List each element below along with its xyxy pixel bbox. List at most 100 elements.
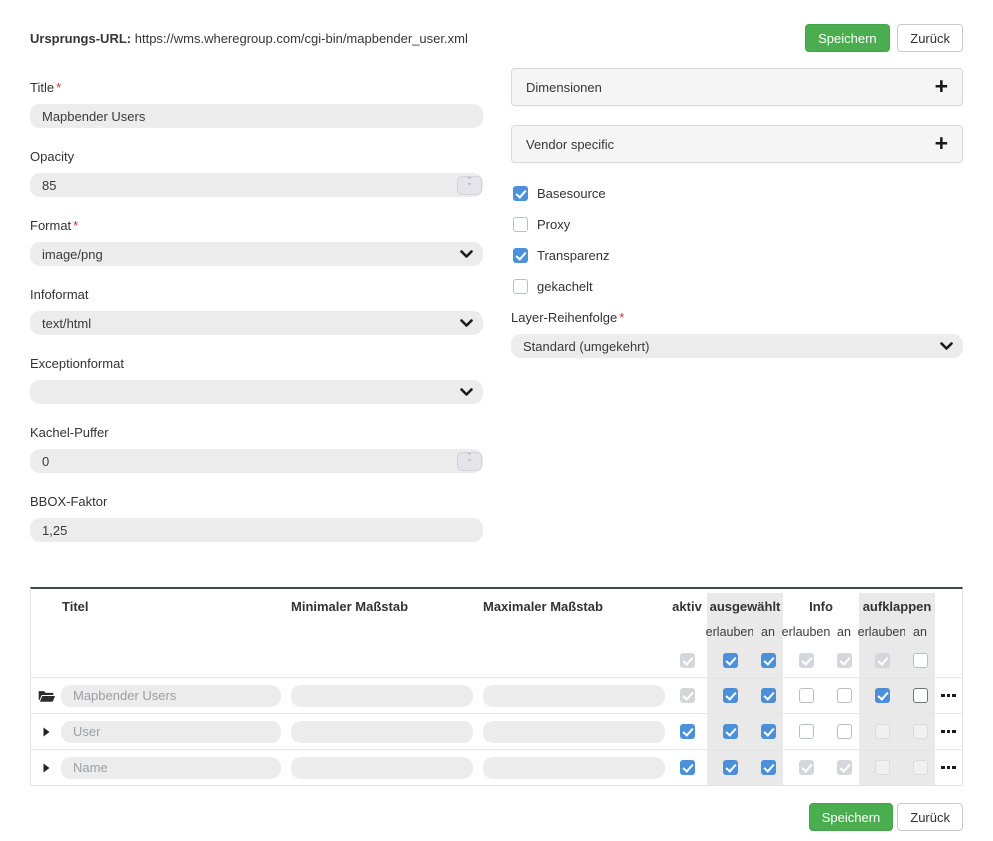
back-button[interactable]: Zurück	[897, 803, 963, 831]
row-title-input[interactable]: Mapbender Users	[61, 685, 281, 707]
layer-reihenfolge-select[interactable]: Standard (umgekehrt)	[511, 334, 963, 358]
save-button[interactable]: Speichern	[805, 24, 890, 52]
subcol-erlauben: erlauben	[859, 619, 905, 644]
origin-url-line: Ursprungs-URL: https://wms.wheregroup.co…	[30, 31, 468, 46]
chevron-down-icon	[460, 388, 473, 397]
ausgewaehlt-erlauben-checkbox[interactable]	[723, 724, 738, 739]
required-marker: *	[73, 218, 78, 233]
ellipsis-icon[interactable]	[935, 714, 962, 749]
topbar: Ursprungs-URL: https://wms.wheregroup.co…	[30, 24, 963, 52]
subcol-erlauben: erlauben	[707, 619, 753, 644]
col-header-titel: Titel	[61, 593, 283, 619]
info-erlauben-checkbox[interactable]	[799, 688, 814, 703]
exceptionformat-label: Exceptionformat	[30, 356, 483, 371]
ausgewaehlt-an-checkbox[interactable]	[761, 760, 776, 775]
chevron-down-icon	[940, 342, 953, 351]
chevron-down-icon	[460, 250, 473, 259]
info-an-checkbox	[837, 760, 852, 775]
master-aufklappen-erlauben-checkbox	[875, 653, 890, 668]
ausgewaehlt-erlauben-checkbox[interactable]	[723, 760, 738, 775]
caret-right-icon[interactable]	[31, 750, 61, 785]
kachel-puffer-input[interactable]: 0 ˆˇ	[30, 449, 483, 473]
chevron-down-icon	[460, 319, 473, 328]
master-aufklappen-an-checkbox[interactable]	[913, 653, 928, 668]
row-title-input[interactable]: Name	[61, 757, 281, 779]
topbar-actions: Speichern Zurück	[805, 24, 963, 52]
transparenz-option: Transparenz	[513, 248, 963, 263]
table-row: Name	[31, 749, 962, 785]
layer-reihenfolge-label: Layer-Reihenfolge*	[511, 310, 963, 325]
plus-icon[interactable]: +	[935, 75, 948, 98]
gekachelt-checkbox[interactable]	[513, 279, 528, 294]
opacity-input[interactable]: 85 ˆˇ	[30, 173, 483, 197]
origin-url-label: Ursprungs-URL:	[30, 31, 131, 46]
dimensionen-panel[interactable]: Dimensionen +	[511, 68, 963, 106]
save-button[interactable]: Speichern	[809, 803, 894, 831]
title-input[interactable]: Mapbender Users	[30, 104, 483, 128]
format-select[interactable]: image/png	[30, 242, 483, 266]
aufklappen-erlauben-checkbox	[875, 724, 890, 739]
ausgewaehlt-an-checkbox[interactable]	[761, 688, 776, 703]
master-info-an-checkbox	[837, 653, 852, 668]
aufklappen-an-checkbox	[913, 724, 928, 739]
bbox-faktor-input[interactable]: 1,25	[30, 518, 483, 542]
master-ausgewaehlt-erlauben-checkbox[interactable]	[723, 653, 738, 668]
aktiv-checkbox[interactable]	[680, 724, 695, 739]
folder-open-icon[interactable]	[31, 678, 61, 713]
col-header-info: Info	[783, 593, 859, 619]
format-label: Format*	[30, 218, 483, 233]
col-header-aktiv: aktiv	[667, 593, 707, 619]
row-min-scale-input[interactable]	[291, 685, 473, 707]
transparenz-label: Transparenz	[537, 248, 610, 263]
row-title-input[interactable]: User	[61, 721, 281, 743]
aufklappen-an-checkbox[interactable]	[913, 688, 928, 703]
ellipsis-icon[interactable]	[935, 750, 962, 785]
row-max-scale-input[interactable]	[483, 685, 665, 707]
number-stepper-icon[interactable]: ˆˇ	[457, 176, 482, 195]
caret-right-icon[interactable]	[31, 714, 61, 749]
ellipsis-icon[interactable]	[935, 678, 962, 713]
table-row: Mapbender Users	[31, 677, 962, 713]
master-info-erlauben-checkbox	[799, 653, 814, 668]
master-ausgewaehlt-an-checkbox[interactable]	[761, 653, 776, 668]
basesource-option: Basesource	[513, 186, 963, 201]
transparenz-checkbox[interactable]	[513, 248, 528, 263]
col-header-ausgewaehlt: ausgewählt	[707, 593, 783, 619]
table-row: User	[31, 713, 962, 749]
gekachelt-option: gekachelt	[513, 279, 963, 294]
infoformat-select[interactable]: text/html	[30, 311, 483, 335]
info-erlauben-checkbox[interactable]	[799, 724, 814, 739]
master-aktiv-checkbox	[680, 653, 695, 668]
ausgewaehlt-erlauben-checkbox[interactable]	[723, 688, 738, 703]
layers-table: Titel Minimaler Maßstab Maximaler Maßsta…	[30, 587, 963, 786]
vendor-specific-panel[interactable]: Vendor specific +	[511, 125, 963, 163]
row-max-scale-input[interactable]	[483, 721, 665, 743]
required-marker: *	[619, 310, 624, 325]
wms-layer-settings-page: Ursprungs-URL: https://wms.wheregroup.co…	[0, 0, 993, 841]
dimensionen-panel-label: Dimensionen	[526, 80, 602, 95]
aktiv-checkbox[interactable]	[680, 760, 695, 775]
plus-icon[interactable]: +	[935, 132, 948, 155]
opacity-label: Opacity	[30, 149, 483, 164]
exceptionformat-select[interactable]	[30, 380, 483, 404]
aufklappen-an-checkbox	[913, 760, 928, 775]
basesource-checkbox[interactable]	[513, 186, 528, 201]
aktiv-checkbox	[680, 688, 695, 703]
required-marker: *	[56, 80, 61, 95]
back-button[interactable]: Zurück	[897, 24, 963, 52]
ausgewaehlt-an-checkbox[interactable]	[761, 724, 776, 739]
info-an-checkbox[interactable]	[837, 724, 852, 739]
row-max-scale-input[interactable]	[483, 757, 665, 779]
number-stepper-icon[interactable]: ˆˇ	[457, 452, 482, 471]
infoformat-label: Infoformat	[30, 287, 483, 302]
table-header-titles: Titel Minimaler Maßstab Maximaler Maßsta…	[31, 589, 962, 619]
basesource-label: Basesource	[537, 186, 606, 201]
aufklappen-erlauben-checkbox[interactable]	[875, 688, 890, 703]
subcol-an: an	[905, 619, 935, 644]
row-min-scale-input[interactable]	[291, 721, 473, 743]
subcol-erlauben: erlauben	[783, 619, 829, 644]
proxy-checkbox[interactable]	[513, 217, 528, 232]
bbox-faktor-label: BBOX-Faktor	[30, 494, 483, 509]
row-min-scale-input[interactable]	[291, 757, 473, 779]
info-an-checkbox[interactable]	[837, 688, 852, 703]
